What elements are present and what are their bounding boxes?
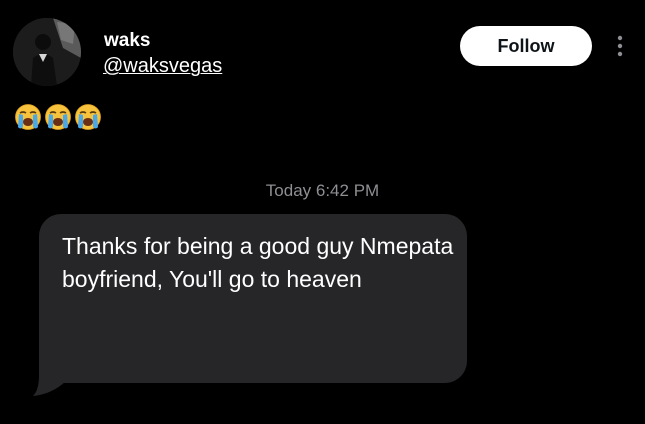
display-name[interactable]: waks [104,30,150,52]
follow-button[interactable]: Follow [460,26,592,66]
post-text-emojis [14,103,102,131]
message-timestamp: Today 6:42 PM [0,180,645,202]
more-vertical-icon[interactable] [611,33,629,59]
post-screen: waks @waksvegas Follow Today 6:42 PM Tha… [0,0,645,424]
timestamp-text: Today 6:42 PM [265,181,380,200]
avatar-image [13,18,81,86]
loudly-crying-face-icon [15,104,41,130]
message-bubble: Thanks for being a good guy Nmepata boyf… [33,214,467,396]
user-handle[interactable]: @waksvegas [103,54,222,78]
message-text: Thanks for being a good guy Nmepata boyf… [62,233,454,292]
avatar[interactable] [13,18,81,86]
loudly-crying-face-icon [45,104,71,130]
loudly-crying-face-icon [75,104,101,130]
